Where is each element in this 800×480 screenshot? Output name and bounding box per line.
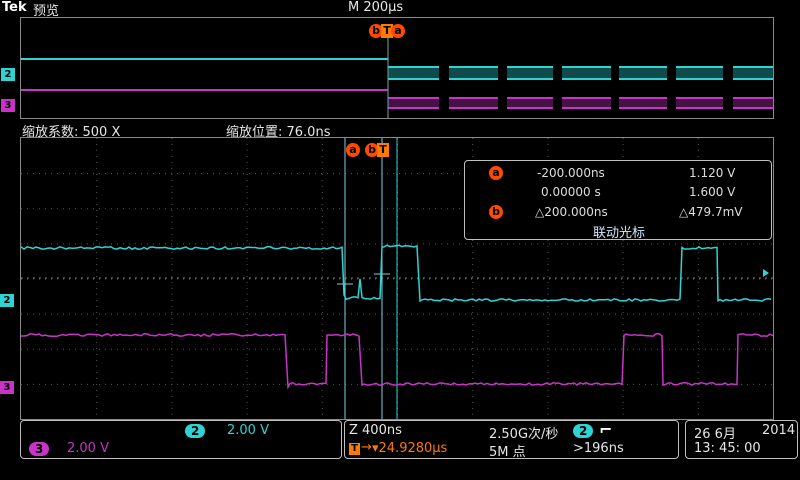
trigger-level: >196ns	[573, 441, 624, 456]
overview-cursor-a-icon[interactable]: a	[391, 24, 405, 38]
date-day: 26 6月	[694, 423, 736, 442]
header-bar: Tek 预览 M 200µs	[0, 0, 800, 16]
trigger-icon[interactable]: T	[377, 143, 389, 157]
trigger-arrow-icon: →	[361, 440, 372, 455]
cursor-zero-volt: 1.600 V	[689, 185, 735, 199]
linked-cursor-label[interactable]: 联动光标	[593, 222, 645, 241]
ch3-scale-badge: 3	[29, 442, 49, 456]
timebase-label[interactable]: M 200µs	[348, 0, 403, 15]
cursor-a-time: -200.000ns	[537, 166, 605, 180]
cursor-readout[interactable]: a -200.000ns 1.120 V 0.00000 s 1.600 V b…	[464, 160, 772, 240]
ch3-scale-value: 2.00 V	[67, 441, 109, 456]
cursor-b-readout-icon: b	[489, 205, 503, 219]
record-length: 5M 点	[489, 441, 526, 460]
cursor-zero-time: 0.00000 s	[541, 185, 601, 199]
sample-rate: 2.50G次/秒	[489, 423, 558, 442]
date-year: 2014	[762, 423, 795, 438]
overview-ch2-marker: 2	[1, 68, 15, 81]
ch2-scale-badge: 2	[185, 424, 205, 438]
cursor-delta-time: △200.000ns	[535, 205, 608, 219]
brand-logo: Tek	[2, 0, 27, 15]
overview-ch3-marker: 3	[1, 99, 15, 112]
cursor-delta-volt: △479.7mV	[679, 205, 742, 219]
zoom-timebase: Z 400ns	[349, 423, 402, 438]
main-display[interactable]: a -200.000ns 1.120 V 0.00000 s 1.600 V b…	[20, 137, 774, 420]
acquisition-panel[interactable]: Z 400ns 2.50G次/秒 2 ⌐ T → ▾24.9280µs 5M 点…	[344, 420, 679, 459]
ch2-marker[interactable]: 2	[0, 294, 14, 307]
cursor-a-readout-icon: a	[489, 166, 503, 180]
channel-scale-panel[interactable]: 2 2.00 V 3 2.00 V	[20, 420, 342, 459]
ch3-marker[interactable]: 3	[0, 381, 14, 394]
ch2-scale-value: 2.00 V	[227, 423, 269, 438]
rising-edge-icon: ⌐	[599, 420, 612, 439]
cursor-a-volt: 1.120 V	[689, 166, 735, 180]
cursor-a-icon[interactable]: a	[346, 143, 360, 157]
trigger-position-icon: T	[349, 443, 360, 455]
trigger-source-badge: 2	[573, 424, 593, 438]
trigger-position: ▾24.9280µs	[372, 441, 447, 456]
datetime-panel: 26 6月 2014 13: 45: 00	[685, 420, 798, 459]
clock-time: 13: 45: 00	[694, 441, 761, 456]
